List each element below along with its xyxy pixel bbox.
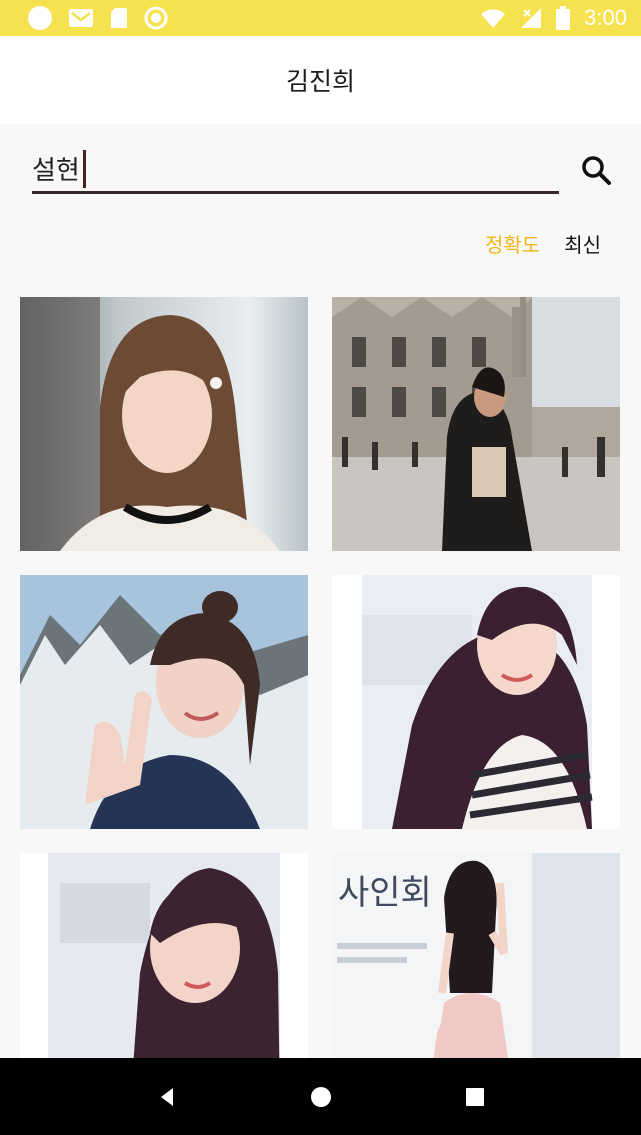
navigation-bar [0, 1058, 641, 1135]
battery-icon [556, 6, 571, 30]
sort-options: 정확도 최신 [485, 229, 601, 258]
status-bar: 3:00 [0, 0, 641, 36]
mail-icon [69, 9, 93, 27]
search-row: 설현 [32, 146, 612, 196]
photo-3-image [20, 575, 308, 829]
sd-card-icon [111, 8, 127, 28]
status-time: 3:00 [584, 5, 627, 30]
circle-icon [28, 6, 52, 30]
status-left [28, 6, 168, 30]
text-cursor [82, 149, 86, 188]
search-input-value: 설현 [32, 156, 80, 186]
wifi-icon [481, 9, 506, 28]
photo-5[interactable] [20, 853, 308, 1058]
recents-icon[interactable] [463, 1085, 487, 1109]
photo-1[interactable] [20, 297, 308, 551]
home-icon[interactable] [309, 1085, 333, 1109]
circle-outline-icon [144, 6, 168, 30]
photo-2-image [332, 297, 620, 551]
back-icon[interactable] [155, 1085, 179, 1109]
photo-6-overlay-text: 사인회 [338, 873, 432, 913]
search-input[interactable]: 설현 [32, 146, 559, 194]
photo-1-image [20, 297, 308, 551]
photo-4[interactable] [332, 575, 620, 829]
photo-6[interactable]: 사인회 [332, 853, 620, 1058]
photo-2[interactable] [332, 297, 620, 551]
search-icon[interactable] [580, 154, 612, 186]
photo-3[interactable] [20, 575, 308, 829]
photo-5-image [20, 853, 308, 1058]
signal-icon [521, 8, 542, 28]
sort-accuracy-button[interactable]: 정확도 [485, 229, 540, 258]
app-bar: 김진희 [0, 36, 641, 124]
photo-4-image [332, 575, 620, 829]
content-area: 설현 정확도 최신 사인회 [0, 124, 641, 1058]
status-right: 3:00 [480, 5, 627, 31]
page-title: 김진희 [285, 67, 355, 96]
sort-latest-button[interactable]: 최신 [564, 229, 601, 258]
